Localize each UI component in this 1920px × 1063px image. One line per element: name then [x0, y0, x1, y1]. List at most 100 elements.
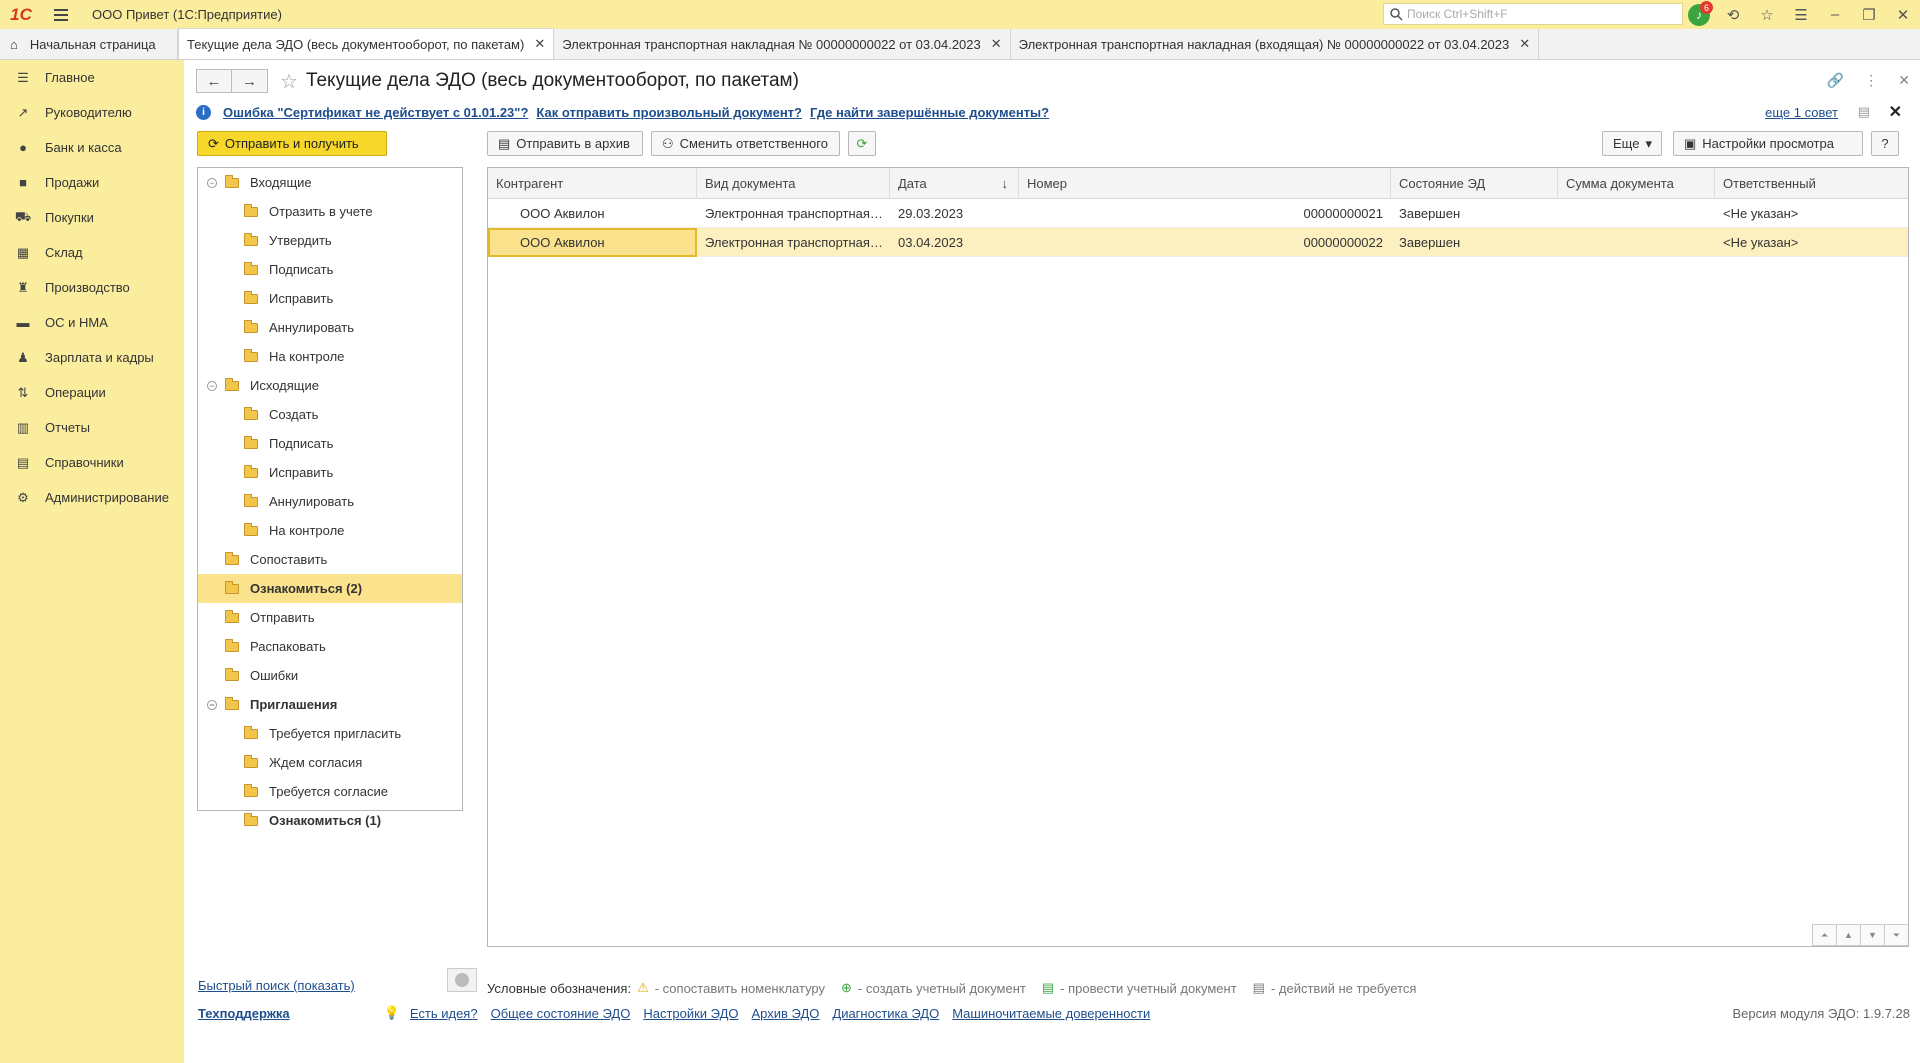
main-menu-icon[interactable] [54, 0, 76, 29]
table-row[interactable]: ООО Аквилон Электронная транспортная… 03… [488, 228, 1908, 257]
help-button[interactable]: ? [1871, 131, 1899, 156]
sidebar-item-sales[interactable]: ■ Продажи [0, 165, 184, 200]
footer-link-idea[interactable]: Есть идея? [410, 1006, 478, 1021]
tree-node[interactable]: Отразить в учете [198, 197, 462, 226]
close-tab-icon[interactable]: ✕ [991, 36, 1002, 52]
send-receive-button[interactable]: ⟳ Отправить и получить [197, 131, 387, 156]
tree-node[interactable]: Требуется пригласить [198, 719, 462, 748]
tree-node-label: Ознакомиться (1) [269, 813, 382, 828]
column-header[interactable]: Ответственный [1715, 168, 1908, 199]
close-tab-icon[interactable]: ✕ [1519, 36, 1530, 52]
tip-link-finished-docs[interactable]: Где найти завершённые документы? [810, 105, 1049, 120]
sidebar-item-admin[interactable]: ⚙ Администрирование [0, 480, 184, 515]
column-header[interactable]: Сумма документа [1558, 168, 1715, 199]
app-logo[interactable]: 1С [0, 0, 42, 29]
tree-node[interactable]: Ошибки [198, 661, 462, 690]
notifications-button[interactable]: ♪ 6 [1682, 0, 1716, 29]
sidebar-item-purchases[interactable]: ⛟ Покупки [0, 200, 184, 235]
sidebar-item-payroll[interactable]: ♟ Зарплата и кадры [0, 340, 184, 375]
link-icon[interactable]: 🔗 [1827, 72, 1844, 89]
quick-search-toggle[interactable] [447, 968, 477, 992]
tree-node[interactable]: Распаковать [198, 632, 462, 661]
tab-current-edo[interactable]: Текущие дела ЭДО (весь документооборот, … [178, 28, 555, 59]
tree-node[interactable]: Аннулировать [198, 313, 462, 342]
tree-node[interactable]: Отправить [198, 603, 462, 632]
tree-node[interactable]: Ждем согласия [198, 748, 462, 777]
support-link[interactable]: Техподдержка [198, 1006, 290, 1021]
sidebar-item-operations[interactable]: ⇅ Операции [0, 375, 184, 410]
column-header[interactable]: Вид документа [697, 168, 890, 199]
sidebar-item-manager[interactable]: ↗ Руководителю [0, 95, 184, 130]
view-settings-button[interactable]: ▣ Настройки просмотра [1673, 131, 1863, 156]
close-window-icon[interactable]: ✕ [1886, 0, 1920, 29]
collapse-icon[interactable]: − [207, 699, 217, 710]
tree-node[interactable]: Ознакомиться (2) [198, 574, 462, 603]
tab-home[interactable]: ⌂ Начальная страница [0, 29, 178, 59]
tip-link-arbitrary-doc[interactable]: Как отправить произвольный документ? [536, 105, 802, 120]
sidebar-item-reports[interactable]: ▥ Отчеты [0, 410, 184, 445]
footer-link-poa[interactable]: Машиночитаемые доверенности [952, 1006, 1150, 1021]
sidebar-item-main[interactable]: ☰ Главное [0, 60, 184, 95]
menu-lines-icon[interactable]: ☰ [1784, 0, 1818, 29]
tree-node[interactable]: Исправить [198, 458, 462, 487]
forward-button[interactable]: → [232, 69, 268, 93]
sidebar-item-warehouse[interactable]: ▦ Склад [0, 235, 184, 270]
more-tips-link[interactable]: еще 1 совет [1765, 105, 1838, 120]
footer-link-archive[interactable]: Архив ЭДО [752, 1006, 820, 1021]
search-input[interactable]: Поиск Ctrl+Shift+F [1383, 3, 1683, 25]
minimize-icon[interactable]: – [1818, 0, 1852, 29]
sidebar-item-catalogs[interactable]: ▤ Справочники [0, 445, 184, 480]
tree-node[interactable]: Ознакомиться (1) [198, 806, 462, 835]
tab-waybill[interactable]: Электронная транспортная накладная № 000… [554, 29, 1011, 59]
column-header[interactable]: Номер [1019, 168, 1391, 199]
tree-node[interactable]: Создать [198, 400, 462, 429]
column-header[interactable]: Дата ↓ [890, 168, 1019, 199]
history-icon[interactable]: ⟲ [1716, 0, 1750, 29]
tree-node[interactable]: На контроле [198, 516, 462, 545]
scroll-bottom-icon[interactable]: ⏷ [1884, 924, 1908, 946]
scroll-up-icon[interactable]: ▲ [1836, 924, 1860, 946]
collapse-icon[interactable]: − [207, 177, 217, 188]
tree-node[interactable]: Подписать [198, 255, 462, 284]
document-icon[interactable]: ▤ [1858, 104, 1870, 120]
scroll-top-icon[interactable]: ⏶ [1812, 924, 1836, 946]
sidebar-item-assets[interactable]: ▬ ОС и НМА [0, 305, 184, 340]
tab-waybill-incoming[interactable]: Электронная транспортная накладная (вход… [1011, 29, 1540, 59]
sidebar-item-bank[interactable]: ● Банк и касса [0, 130, 184, 165]
tree-node[interactable]: Подписать [198, 429, 462, 458]
refresh-button[interactable]: ⟳ [848, 131, 876, 156]
tree-node[interactable]: Аннулировать [198, 487, 462, 516]
scroll-down-icon[interactable]: ▼ [1860, 924, 1884, 946]
column-header[interactable]: Состояние ЭД [1391, 168, 1558, 199]
more-button[interactable]: Еще ▾ [1602, 131, 1662, 156]
tree-node[interactable]: Сопоставить [198, 545, 462, 574]
collapse-icon[interactable]: − [207, 380, 217, 391]
tree-node[interactable]: − Исходящие [198, 371, 462, 400]
archive-button[interactable]: ▤ Отправить в архив [487, 131, 643, 156]
tab-label: Текущие дела ЭДО (весь документооборот, … [187, 36, 525, 52]
footer-link-diagnostics[interactable]: Диагностика ЭДО [832, 1006, 939, 1021]
change-responsible-button[interactable]: ⚇ Сменить ответственного [651, 131, 840, 156]
back-button[interactable]: ← [196, 69, 232, 93]
tree-node[interactable]: − Приглашения [198, 690, 462, 719]
restore-icon[interactable]: ❐ [1852, 0, 1886, 29]
sidebar-item-production[interactable]: ♜ Производство [0, 270, 184, 305]
tree-node[interactable]: Требуется согласие [198, 777, 462, 806]
more-vert-icon[interactable]: ⋮ [1864, 72, 1878, 89]
column-header[interactable]: Контрагент [488, 168, 697, 199]
footer-link-settings[interactable]: Настройки ЭДО [643, 1006, 738, 1021]
tree-node[interactable]: На контроле [198, 342, 462, 371]
footer-link-status[interactable]: Общее состояние ЭДО [491, 1006, 631, 1021]
tip-link-certificate[interactable]: Ошибка "Сертификат не действует с 01.01.… [223, 105, 528, 120]
tree-node[interactable]: − Входящие [198, 168, 462, 197]
close-tab-icon[interactable]: ✕ [534, 36, 545, 52]
close-form-icon[interactable]: ✕ [1898, 72, 1910, 89]
favorite-star-icon[interactable]: ☆ [280, 69, 298, 94]
gear-icon: ⚙ [17, 489, 29, 505]
quick-search-link[interactable]: Быстрый поиск (показать) [198, 978, 355, 993]
close-tips-icon[interactable]: ✕ [1889, 102, 1902, 122]
tree-node[interactable]: Утвердить [198, 226, 462, 255]
table-row[interactable]: ООО Аквилон Электронная транспортная… 29… [488, 199, 1908, 228]
favorites-icon[interactable]: ☆ [1750, 0, 1784, 29]
tree-node[interactable]: Исправить [198, 284, 462, 313]
